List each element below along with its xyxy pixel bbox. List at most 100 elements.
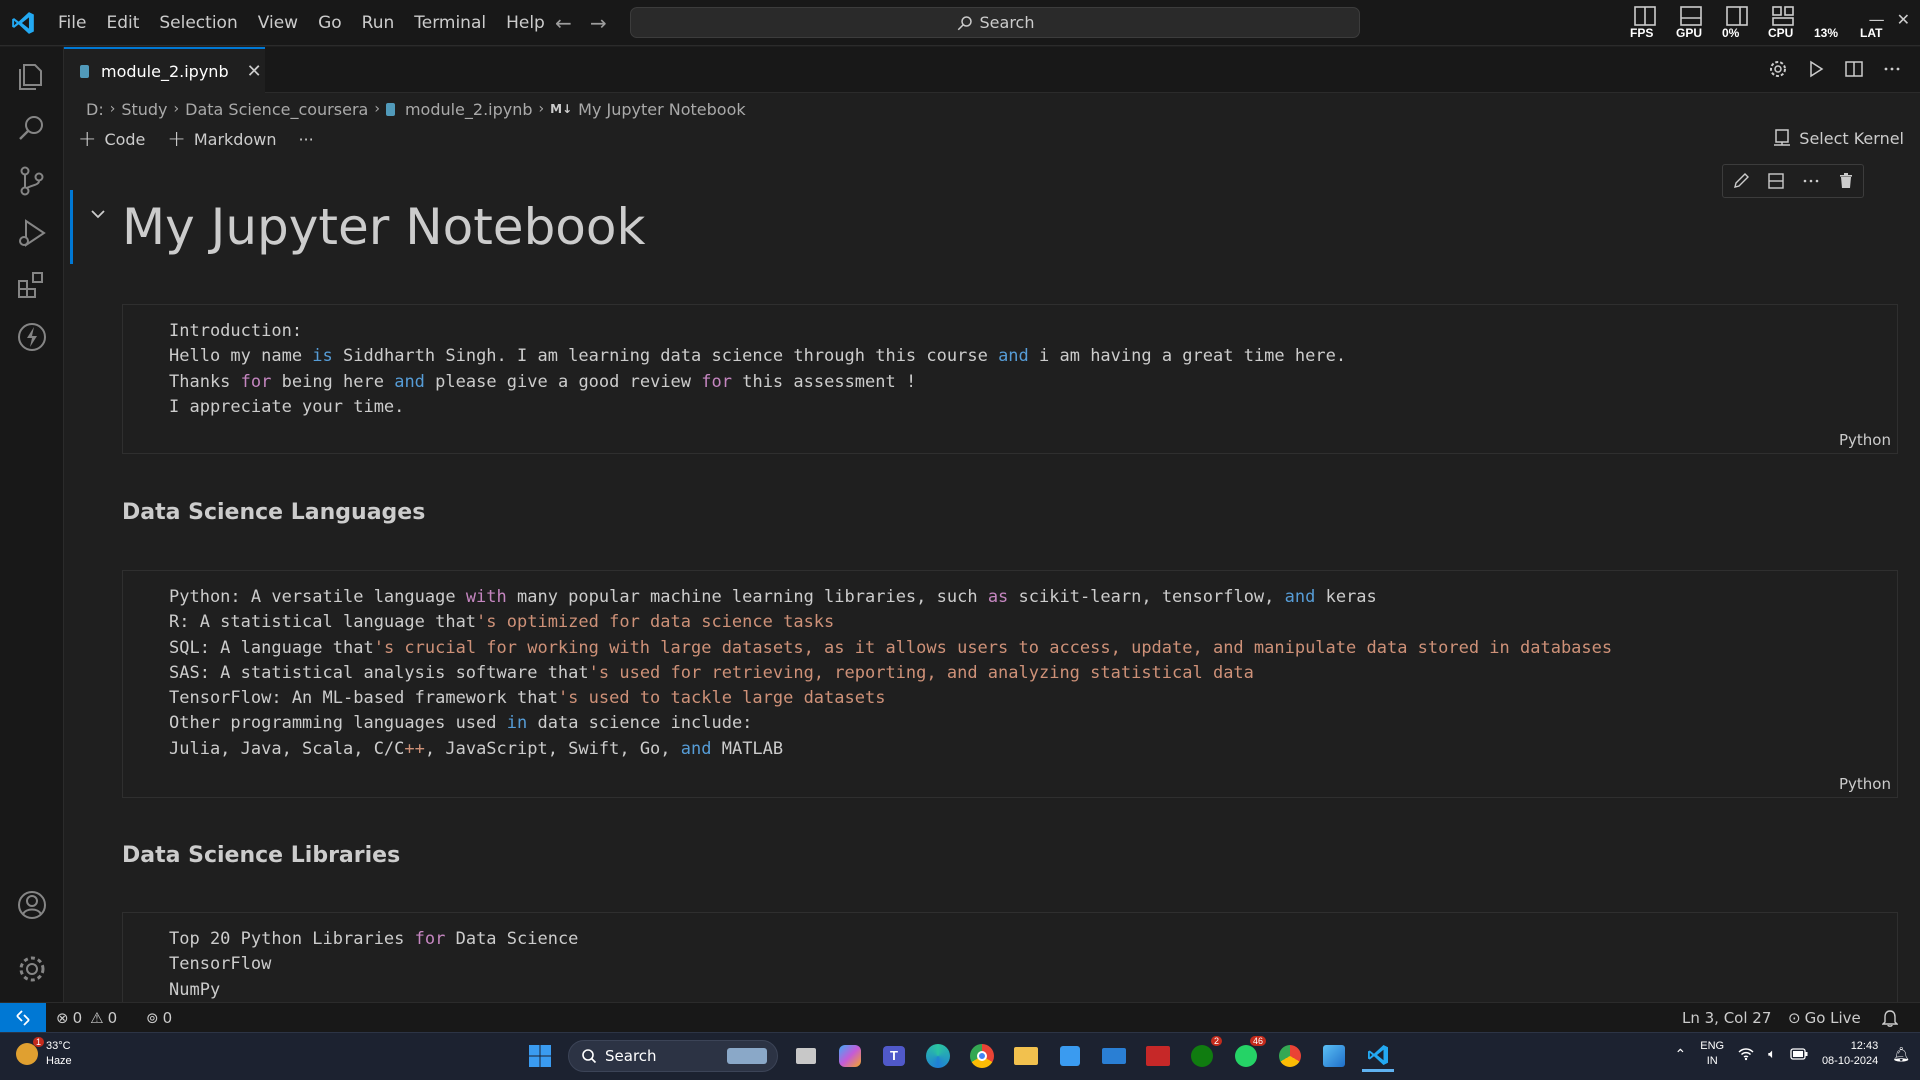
gpu-indicator[interactable]: GPU	[1676, 6, 1706, 40]
cell-focus-indicator	[70, 190, 73, 264]
mail-button[interactable]	[1098, 1040, 1130, 1072]
vscode-icon	[1368, 1044, 1388, 1065]
close-tab-icon[interactable]: ✕	[247, 61, 262, 82]
breadcrumb-data-science-coursera[interactable]: Data Science_coursera	[185, 100, 368, 119]
code-line: Other programming languages used in data…	[169, 713, 753, 734]
menu-go[interactable]: Go	[308, 13, 352, 33]
fps-indicator[interactable]: FPS	[1630, 6, 1660, 40]
code-line: Top 20 Python Libraries for Data Science	[169, 929, 579, 949]
code-line: Hello my name is Siddharth Singh. I am l…	[169, 346, 1347, 367]
cursor-position[interactable]: Ln 3, Col 27	[1682, 1009, 1771, 1027]
breadcrumb-section[interactable]: My Jupyter Notebook	[578, 100, 746, 119]
add-code-cell-button[interactable]: + Code	[78, 127, 145, 152]
add-markdown-cell-button[interactable]: + Markdown	[167, 127, 276, 152]
error-icon: ⊗	[56, 1009, 69, 1027]
weather-widget[interactable]: 1 33°C Haze	[16, 1037, 72, 1069]
more-actions-icon[interactable]	[1882, 59, 1902, 79]
notebook-toolbar: + Code + Markdown ···	[78, 127, 314, 152]
menu-view[interactable]: View	[248, 13, 308, 33]
breadcrumb-file[interactable]: module_2.ipynb	[405, 100, 533, 119]
taskbar-search-box[interactable]: Search	[568, 1040, 778, 1072]
source-control-icon[interactable]	[14, 163, 50, 199]
menu-help[interactable]: Help	[496, 13, 555, 33]
vscode-taskbar-button[interactable]	[1362, 1040, 1394, 1072]
notebook-title-heading[interactable]: My Jupyter Notebook	[122, 198, 645, 256]
microsoft-store-button[interactable]	[1054, 1040, 1086, 1072]
minimize-icon[interactable]: —	[1869, 10, 1885, 29]
gear-icon[interactable]	[1768, 59, 1788, 79]
xbox-button[interactable]: 2	[1186, 1036, 1222, 1072]
run-and-debug-icon[interactable]	[14, 215, 50, 251]
chevron-up-icon[interactable]: ⌃	[1675, 1046, 1687, 1063]
cpu-percent-indicator[interactable]: 13%	[1814, 6, 1844, 40]
menu-run[interactable]: Run	[352, 13, 405, 33]
app-red-button[interactable]	[1142, 1040, 1174, 1072]
file-explorer-button[interactable]	[1010, 1040, 1042, 1072]
edge-button[interactable]	[922, 1040, 954, 1072]
menu-file[interactable]: File	[48, 13, 96, 33]
go-live-button[interactable]: ⊙ Go Live	[1788, 1009, 1861, 1027]
account-icon[interactable]	[14, 887, 50, 923]
menu-selection[interactable]: Selection	[149, 13, 247, 33]
remote-indicator-button[interactable]	[0, 1003, 46, 1033]
layout-split-icon	[1726, 6, 1748, 26]
heading-data-science-languages[interactable]: Data Science Languages	[122, 500, 425, 525]
menu-edit[interactable]: Edit	[96, 13, 149, 33]
system-tray: ⌃ ENG IN 🔈︎ 12:43 08-10-2024 🔔︎	[1675, 1039, 1910, 1069]
editor-tab-bar: module_2.ipynb ✕	[64, 47, 1920, 93]
language-indicator[interactable]: ENG IN	[1700, 1039, 1724, 1069]
lightning-icon[interactable]	[14, 319, 50, 355]
chevron-down-icon[interactable]	[88, 204, 108, 224]
close-window-icon[interactable]: ✕	[1897, 10, 1910, 29]
delete-trash-icon[interactable]	[1837, 172, 1855, 190]
whatsapp-button[interactable]: 46	[1230, 1036, 1266, 1072]
wifi-icon[interactable]	[1738, 1047, 1754, 1061]
notification-bell-icon[interactable]: 🔔︎	[1892, 1046, 1910, 1063]
volume-icon[interactable]: 🔈︎	[1768, 1046, 1776, 1062]
split-cell-icon[interactable]	[1767, 172, 1785, 190]
forward-arrow-icon[interactable]: →	[590, 11, 607, 35]
windows-start-button[interactable]	[524, 1040, 556, 1072]
paint-button[interactable]	[1318, 1040, 1350, 1072]
cell-more-icon[interactable]	[1802, 172, 1820, 190]
code-cell-languages[interactable]: Python: A versatile language with many p…	[122, 570, 1898, 798]
battery-icon[interactable]	[1790, 1048, 1808, 1060]
command-center-search[interactable]: Search	[630, 7, 1360, 38]
problems-indicator[interactable]: ⊗ 0 ⚠ 0	[56, 1009, 117, 1027]
chrome-profile-button[interactable]	[1274, 1040, 1306, 1072]
menu-terminal[interactable]: Terminal	[404, 13, 496, 33]
code-cell-introduction[interactable]: Introduction: Hello my name is Siddharth …	[122, 304, 1898, 454]
gpu-percent-indicator[interactable]: 0%	[1722, 6, 1752, 40]
split-editor-icon[interactable]	[1844, 59, 1864, 79]
edit-pencil-icon[interactable]	[1732, 172, 1750, 190]
ports-indicator[interactable]: ⊚ 0	[146, 1009, 172, 1027]
customize-layout-icon	[1772, 6, 1794, 26]
layout-panel-icon	[1634, 6, 1656, 26]
code-line: R: A statistical language that's optimiz…	[169, 612, 835, 633]
heading-data-science-libraries[interactable]: Data Science Libraries	[122, 843, 400, 868]
explorer-icon[interactable]	[14, 59, 50, 95]
cell-language-label[interactable]: Python	[1839, 775, 1891, 793]
run-all-icon[interactable]	[1806, 59, 1826, 79]
breadcrumb-drive[interactable]: D:	[86, 100, 104, 119]
copilot-button[interactable]	[834, 1040, 866, 1072]
cpu-indicator[interactable]: CPU	[1768, 6, 1798, 40]
extensions-icon[interactable]	[14, 267, 50, 303]
search-sidebar-icon[interactable]	[14, 111, 50, 147]
cell-language-label[interactable]: Python	[1839, 431, 1891, 449]
notebook-file-icon	[80, 64, 89, 78]
select-kernel-button[interactable]: Select Kernel	[1773, 128, 1904, 148]
breadcrumb-study[interactable]: Study	[121, 100, 167, 119]
settings-gear-icon[interactable]	[14, 951, 50, 987]
teams-button[interactable]: T	[878, 1040, 910, 1072]
chrome-button[interactable]	[966, 1040, 998, 1072]
vscode-logo-icon[interactable]	[10, 10, 36, 36]
notifications-bell[interactable]	[1882, 1009, 1898, 1027]
task-view-button[interactable]	[790, 1040, 822, 1072]
back-arrow-icon[interactable]: ←	[555, 11, 572, 35]
gpu-label: GPU	[1676, 26, 1703, 40]
more-toolbar-icon[interactable]: ···	[298, 130, 313, 149]
tab-module-2[interactable]: module_2.ipynb ✕	[64, 47, 265, 93]
plus-icon: +	[167, 127, 186, 152]
clock[interactable]: 12:43 08-10-2024	[1822, 1039, 1878, 1069]
